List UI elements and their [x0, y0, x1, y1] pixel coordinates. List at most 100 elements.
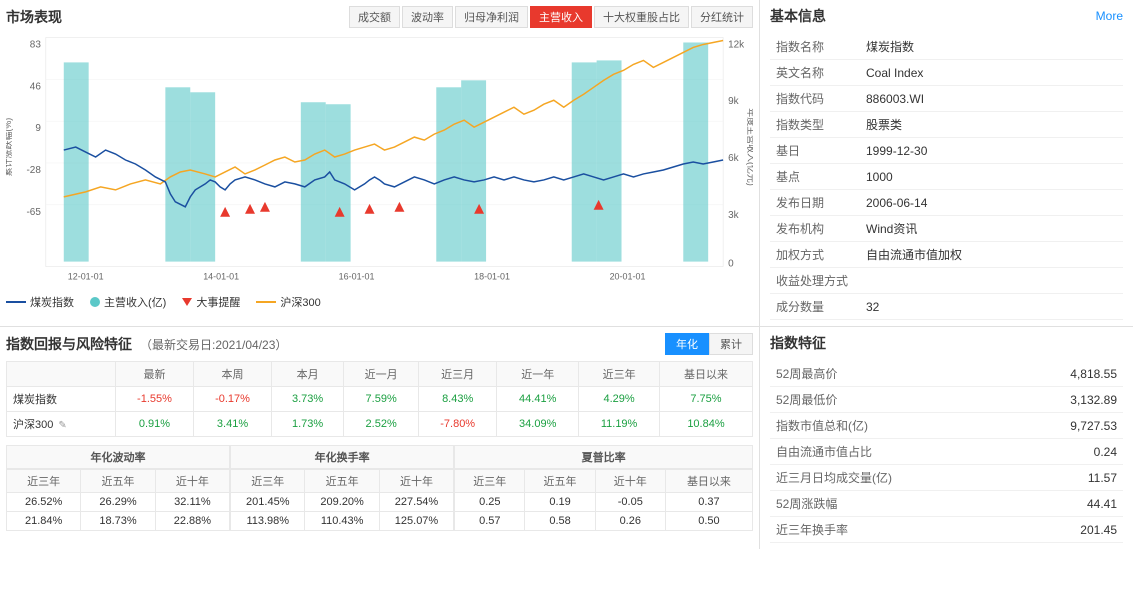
sharpe-coal-5y: 0.19 [525, 493, 595, 512]
returns-panel: 指数回报与风险特征 （最新交易日:2021/04/23） 年化 累计 最新 本周… [0, 327, 760, 549]
tab-guimunet[interactable]: 归母净利润 [455, 6, 528, 28]
sharpe-csi300-3y: 0.57 [455, 512, 525, 531]
more-link[interactable]: More [1096, 9, 1123, 23]
info-table: 指数名称 煤炭指数 英文名称 Coal Index 指数代码 886003.WI… [770, 34, 1123, 320]
info-value-pubdate: 2006-06-14 [860, 190, 1123, 216]
csi300-since: 10.84% [659, 412, 752, 437]
sharpe-csi300-10y: 0.26 [595, 512, 665, 531]
svg-text:9: 9 [35, 123, 41, 134]
returns-name-coal: 煤炭指数 [7, 387, 116, 412]
char-row-turnover3y: 近三年换手率 201.45 [770, 517, 1123, 543]
sharpe-col-3y: 近三年 [455, 470, 525, 493]
char-value-avgvol: 11.57 [1012, 465, 1123, 491]
coal-3y: 4.29% [579, 387, 660, 412]
sharpe-title: 夏普比率 [454, 445, 753, 469]
svg-text:-28: -28 [26, 165, 41, 176]
tab-zhuyingshouru[interactable]: 主营收入 [530, 6, 592, 28]
legend-coal-label: 煤炭指数 [30, 294, 74, 310]
legend-event: 大事提醒 [182, 294, 240, 310]
char-label-low: 52周最低价 [770, 387, 1012, 413]
info-label-basedate: 基日 [770, 138, 860, 164]
turn-row-csi300: 113.98% 110.43% 125.07% [231, 512, 454, 531]
svg-text:6k: 6k [728, 153, 739, 164]
tab-shida[interactable]: 十大权重股占比 [594, 6, 689, 28]
sharpe-coal-10y: -0.05 [595, 493, 665, 512]
info-label-pubdate: 发布日期 [770, 190, 860, 216]
vol-col-10y: 近十年 [155, 470, 229, 493]
char-label-marketcap: 指数市值总和(亿) [770, 413, 1012, 439]
svg-text:9k: 9k [728, 96, 739, 107]
volatility-section: 年化波动率 近三年 近五年 近十年 26.52% [6, 445, 230, 531]
svg-text:3k: 3k [728, 210, 739, 221]
bottom-section: 指数回报与风险特征 （最新交易日:2021/04/23） 年化 累计 最新 本周… [0, 327, 1133, 549]
turn-col-10y: 近十年 [379, 470, 453, 493]
info-label-name: 指数名称 [770, 34, 860, 60]
info-row-count: 成分数量 32 [770, 294, 1123, 320]
col-header-3y: 近三年 [579, 362, 660, 387]
info-label-basepoint: 基点 [770, 164, 860, 190]
info-row-basepoint: 基点 1000 [770, 164, 1123, 190]
char-panel: 指数特征 52周最高价 4,818.55 52周最低价 3,132.89 指数市… [760, 327, 1133, 549]
sharpe-col-since: 基日以来 [665, 470, 752, 493]
coal-3m: 8.43% [419, 387, 497, 412]
tab-fenhong[interactable]: 分红统计 [691, 6, 753, 28]
csi300-latest: 0.91% [115, 412, 193, 437]
info-panel: 基本信息 More 指数名称 煤炭指数 英文名称 Coal Index 指数代码… [760, 0, 1133, 326]
svg-text:0: 0 [728, 259, 734, 270]
tab-bodonglu[interactable]: 波动率 [402, 6, 453, 28]
char-label-turnover3y: 近三年换手率 [770, 517, 1012, 543]
edit-icon[interactable]: ✎ [58, 420, 66, 431]
market-panel-header: 市场表现 成交额 波动率 归母净利润 主营收入 十大权重股占比 分红统计 [6, 6, 753, 28]
legend-revenue-dot [90, 297, 100, 307]
legend-coal-line [6, 301, 26, 303]
col-header-month: 本月 [272, 362, 344, 387]
svg-text:16-01-01: 16-01-01 [339, 272, 375, 282]
returns-title: 指数回报与风险特征 [6, 334, 132, 354]
info-value-code: 886003.WI [860, 86, 1123, 112]
turn-coal-10y: 227.54% [379, 493, 453, 512]
svg-text:12-01-01: 12-01-01 [68, 272, 104, 282]
tab-bar: 成交额 波动率 归母净利润 主营收入 十大权重股占比 分红统计 [349, 6, 753, 28]
svg-text:-65: -65 [26, 207, 41, 218]
char-label-high: 52周最高价 [770, 361, 1012, 387]
col-header-name [7, 362, 116, 387]
legend-event-label: 大事提醒 [196, 294, 240, 310]
info-label-engname: 英文名称 [770, 60, 860, 86]
tab-chengjiaoe[interactable]: 成交额 [349, 6, 400, 28]
sharpe-table: 近三年 近五年 近十年 基日以来 0.25 0.19 -0.05 [454, 469, 753, 531]
legend-revenue-label: 主营收入(亿) [104, 294, 166, 310]
sharpe-section: 夏普比率 近三年 近五年 近十年 基日以来 0.2 [454, 445, 753, 531]
info-value-return [860, 268, 1123, 294]
info-panel-header: 基本信息 More [770, 6, 1123, 26]
legend-csi300-label: 沪深300 [280, 294, 320, 310]
char-table: 52周最高价 4,818.55 52周最低价 3,132.89 指数市值总和(亿… [770, 361, 1123, 543]
vol-row-coal: 26.52% 26.29% 32.11% [7, 493, 230, 512]
char-row-52change: 52周涨跌幅 44.41 [770, 491, 1123, 517]
csi300-1y: 34.09% [497, 412, 579, 437]
char-label-avgvol: 近三月日均成交量(亿) [770, 465, 1012, 491]
col-header-week: 本周 [194, 362, 272, 387]
char-value-low: 3,132.89 [1012, 387, 1123, 413]
legend-coal: 煤炭指数 [6, 294, 74, 310]
char-row-low: 52周最低价 3,132.89 [770, 387, 1123, 413]
vol-header-row: 近三年 近五年 近十年 [7, 470, 230, 493]
vol-coal-3y: 26.52% [7, 493, 81, 512]
csi300-3m: -7.80% [419, 412, 497, 437]
returns-name-csi300: 沪深300 ✎ [7, 412, 116, 437]
coal-1m: 7.59% [344, 387, 419, 412]
top-section: 市场表现 成交额 波动率 归母净利润 主营收入 十大权重股占比 分红统计 [0, 0, 1133, 327]
legend-csi300-line [256, 301, 276, 303]
char-value-freefloat: 0.24 [1012, 439, 1123, 465]
info-panel-title: 基本信息 [770, 6, 826, 26]
char-row-freefloat: 自由流通市值占比 0.24 [770, 439, 1123, 465]
sharpe-csi300-since: 0.50 [665, 512, 752, 531]
legend-csi300: 沪深300 [256, 294, 320, 310]
char-row-marketcap: 指数市值总和(亿) 9,727.53 [770, 413, 1123, 439]
info-value-basedate: 1999-12-30 [860, 138, 1123, 164]
toggle-annualized[interactable]: 年化 [665, 333, 709, 355]
toggle-cumulative[interactable]: 累计 [709, 333, 753, 355]
info-value-publisher: Wind资讯 [860, 216, 1123, 242]
turn-header-row: 近三年 近五年 近十年 [231, 470, 454, 493]
returns-header: 指数回报与风险特征 （最新交易日:2021/04/23） 年化 累计 [6, 333, 753, 355]
chart-legend: 煤炭指数 主营收入(亿) 大事提醒 沪深300 [6, 294, 753, 310]
